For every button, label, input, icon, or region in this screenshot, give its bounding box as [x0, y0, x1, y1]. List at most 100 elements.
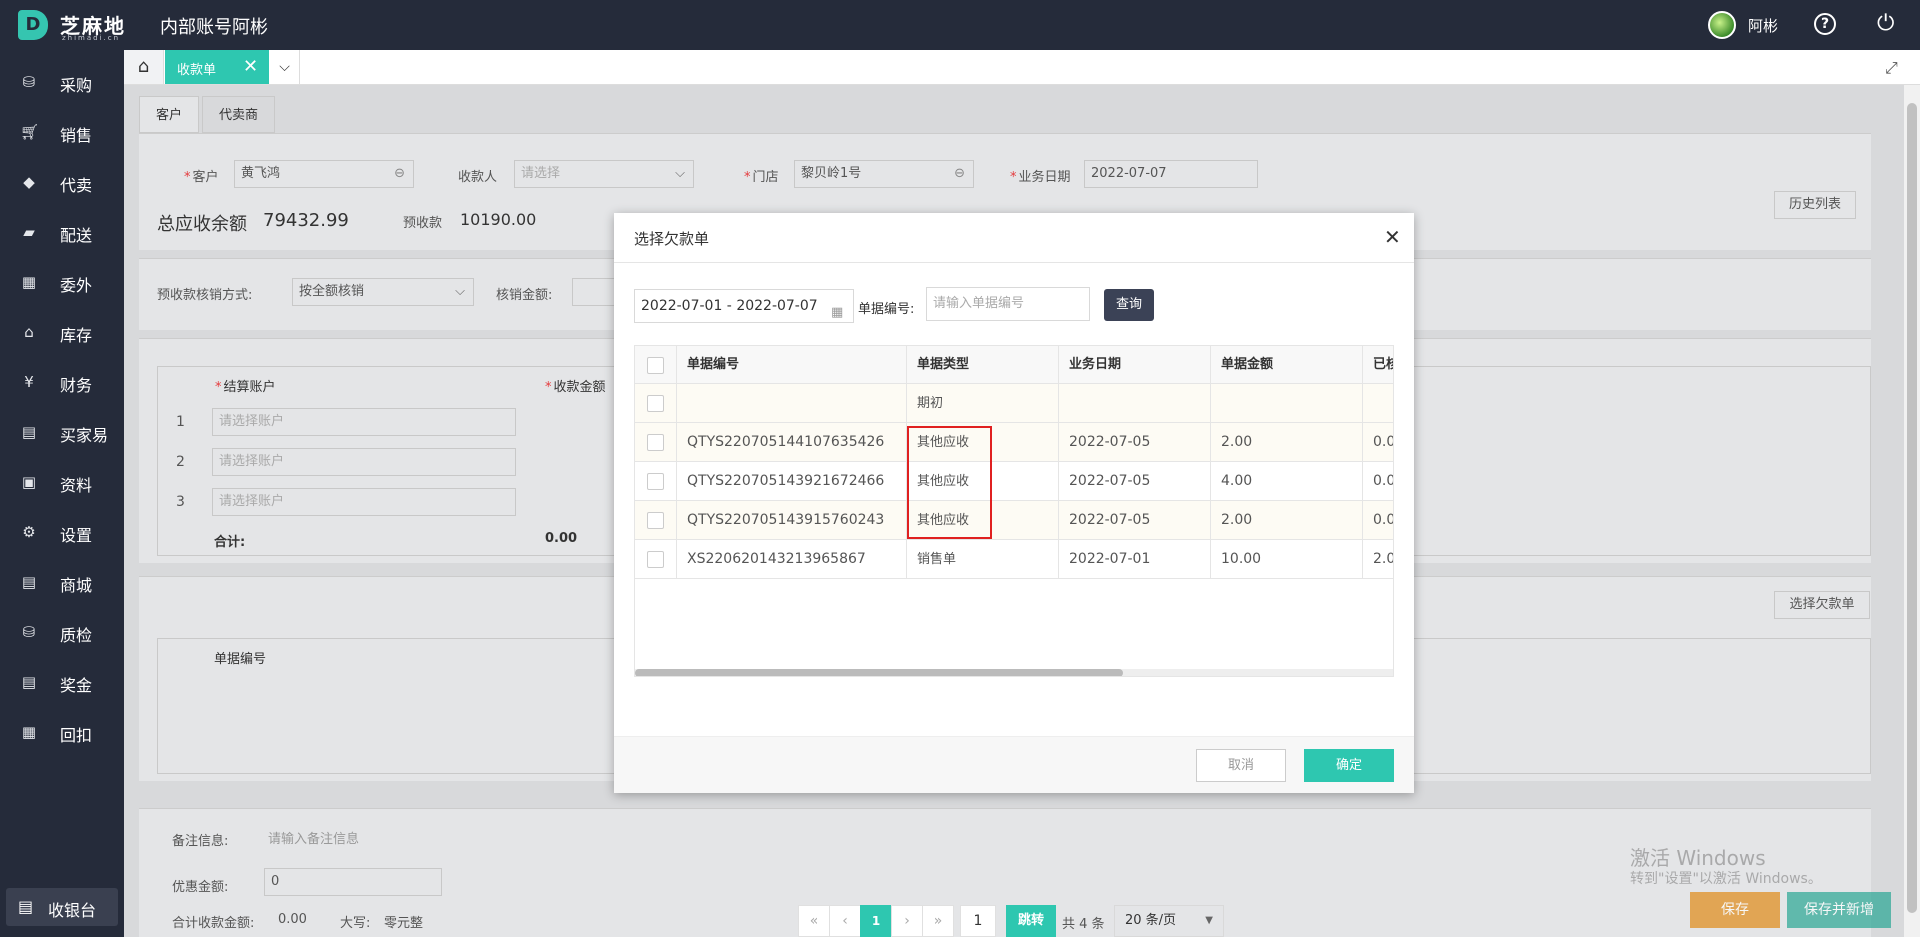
- row-checkbox[interactable]: [647, 551, 664, 568]
- table-row[interactable]: QTYS220705143915760243 其他应收 2022-07-05 2…: [635, 501, 1393, 540]
- sidebar-item-finance[interactable]: ¥ 财务: [0, 358, 124, 408]
- sidebar-item-delivery[interactable]: ▰ 配送: [0, 208, 124, 258]
- discount-label: 优惠金额:: [172, 880, 229, 895]
- prepaid-value: 10190.00: [460, 210, 537, 229]
- next-page-icon[interactable]: ›: [891, 905, 923, 937]
- activation-watermark: 激活 Windows: [1630, 846, 1766, 870]
- horizontal-scrollbar[interactable]: [635, 669, 1393, 676]
- cell-date: 2022-07-05: [1059, 501, 1211, 540]
- sidebar-item-label: 设置: [60, 526, 93, 545]
- scrollbar-thumb[interactable]: [635, 669, 1123, 676]
- select-debt-button[interactable]: 选择欠款单: [1774, 591, 1870, 619]
- account-select[interactable]: 请选择账户: [212, 448, 516, 476]
- prepaid-label: 预收款: [403, 216, 443, 231]
- sidebar-item-bonus[interactable]: ▤ 奖金: [0, 658, 124, 708]
- sidebar-item-label: 买家易: [60, 426, 109, 445]
- sidebar-item-label: 销售: [60, 126, 93, 145]
- history-button[interactable]: 历史列表: [1774, 191, 1856, 219]
- last-page-icon[interactable]: »: [922, 905, 954, 937]
- cancel-button[interactable]: 取消: [1196, 749, 1286, 782]
- payee-select[interactable]: 请选择 ⌵: [514, 160, 694, 188]
- confirm-button[interactable]: 确定: [1304, 749, 1394, 782]
- sidebar-item-label: 商城: [60, 576, 93, 595]
- row-checkbox[interactable]: [647, 473, 664, 490]
- remark-input[interactable]: 请输入备注信息: [268, 828, 359, 847]
- segment-customer[interactable]: 客户: [139, 96, 200, 133]
- chevron-down-icon: ⌵: [675, 166, 685, 181]
- col-header: 单据类型: [907, 346, 1059, 384]
- jump-button[interactable]: 跳转: [1006, 905, 1056, 937]
- account-col-header: 结算账户: [215, 376, 276, 395]
- home-icon[interactable]: ⌂: [124, 50, 164, 84]
- cell-paid: 2.00: [1363, 540, 1393, 579]
- sidebar-item-buyer[interactable]: ▤ 买家易: [0, 408, 124, 458]
- activation-watermark-sub: 转到"设置"以激活 Windows。: [1630, 871, 1822, 887]
- scrollbar-thumb[interactable]: [1907, 103, 1917, 913]
- page-current[interactable]: 1: [860, 905, 892, 937]
- caret-down-icon: ▼: [1205, 915, 1213, 926]
- save-new-button[interactable]: 保存并新增: [1787, 892, 1891, 928]
- close-icon[interactable]: ✕: [1384, 225, 1401, 249]
- sidebar-item-rebate[interactable]: ▦ 回扣: [0, 708, 124, 758]
- username[interactable]: 阿彬: [1748, 15, 1778, 36]
- row-checkbox[interactable]: [647, 395, 664, 412]
- date-range-picker[interactable]: 2022-07-01 - 2022-07-07 ▦: [634, 289, 854, 323]
- page-size-select[interactable]: 20 条/页 ▼: [1114, 905, 1224, 937]
- writeoff-method-select[interactable]: 按全额核销 ⌵: [292, 278, 474, 306]
- sidebar-item-inventory[interactable]: ⌂ 库存: [0, 308, 124, 358]
- select-all-checkbox[interactable]: [647, 357, 664, 374]
- date-field[interactable]: 2022-07-07: [1084, 160, 1258, 188]
- account-select[interactable]: 请选择账户: [212, 488, 516, 516]
- customer-field[interactable]: 黄飞鸿 ⊖: [234, 160, 414, 188]
- table-row[interactable]: QTYS220705143921672466 其他应收 2022-07-05 4…: [635, 462, 1393, 501]
- sidebar-item-qc[interactable]: ⛁ 质检: [0, 608, 124, 658]
- more-icon[interactable]: ⊖: [954, 161, 965, 187]
- query-button[interactable]: 查询: [1104, 289, 1154, 321]
- sidebar-item-settings[interactable]: ⚙ 设置: [0, 508, 124, 558]
- sidebar-item-mall[interactable]: ▤ 商城: [0, 558, 124, 608]
- code-input[interactable]: 请输入单据编号: [926, 287, 1090, 321]
- cell-code: XS220620143213965867: [677, 540, 907, 579]
- modal-title: 选择欠款单: [634, 230, 710, 248]
- col-header: 已核: [1363, 346, 1393, 384]
- jump-page-input[interactable]: 1: [960, 905, 996, 937]
- yen-icon: ¥: [24, 373, 34, 391]
- sidebar-item-data[interactable]: ▣ 资料: [0, 458, 124, 508]
- sidebar-item-purchase[interactable]: ⛁ 采购: [0, 58, 124, 108]
- folder-icon: ▣: [21, 473, 37, 491]
- page-scrollbar[interactable]: [1904, 85, 1920, 937]
- account-select[interactable]: 请选择账户: [212, 408, 516, 436]
- chevron-down-icon[interactable]: ⌵: [270, 50, 300, 84]
- row-checkbox[interactable]: [647, 434, 664, 451]
- chevron-down-icon: ⌵: [455, 284, 465, 299]
- total-count: 共 4 条: [1062, 917, 1105, 932]
- writeoff-amount-label: 核销金额:: [496, 288, 553, 303]
- sidebar-item-sales[interactable]: 🛒︎ 销售: [0, 108, 124, 158]
- fullscreen-icon[interactable]: ⤢: [1885, 58, 1898, 78]
- cashier-button[interactable]: ▤ 收银台: [6, 888, 118, 926]
- segment-agent[interactable]: 代卖商: [202, 96, 276, 133]
- discount-field[interactable]: 0: [264, 868, 442, 896]
- more-icon[interactable]: ⊖: [394, 161, 405, 187]
- save-button[interactable]: 保存: [1690, 892, 1780, 928]
- table-row[interactable]: QTYS220705144107635426 其他应收 2022-07-05 2…: [635, 423, 1393, 462]
- cell-date: 2022-07-05: [1059, 462, 1211, 501]
- row-checkbox[interactable]: [647, 512, 664, 529]
- first-page-icon[interactable]: «: [798, 905, 830, 937]
- cell-amount: 10.00: [1211, 540, 1363, 579]
- power-icon[interactable]: ⏻: [1877, 11, 1894, 36]
- sidebar-item-outsource[interactable]: ▦ 委外: [0, 258, 124, 308]
- store-field[interactable]: 黎贝岭1号 ⊖: [794, 160, 974, 188]
- cell-amount: 2.00: [1211, 423, 1363, 462]
- avatar[interactable]: [1708, 11, 1736, 39]
- sidebar-item-label: 配送: [60, 226, 93, 245]
- help-icon[interactable]: ?: [1814, 13, 1836, 35]
- select-all-cell: [635, 346, 677, 384]
- table-row[interactable]: XS220620143213965867 销售单 2022-07-01 10.0…: [635, 540, 1393, 579]
- close-icon[interactable]: ✕: [243, 56, 258, 77]
- tab-receipt[interactable]: 收款单 ✕: [165, 50, 269, 84]
- table-row[interactable]: 期初: [635, 384, 1393, 423]
- sidebar-item-consign[interactable]: ◆ 代卖: [0, 158, 124, 208]
- doc-no-col-header: 单据编号: [214, 652, 267, 667]
- prev-page-icon[interactable]: ‹: [829, 905, 861, 937]
